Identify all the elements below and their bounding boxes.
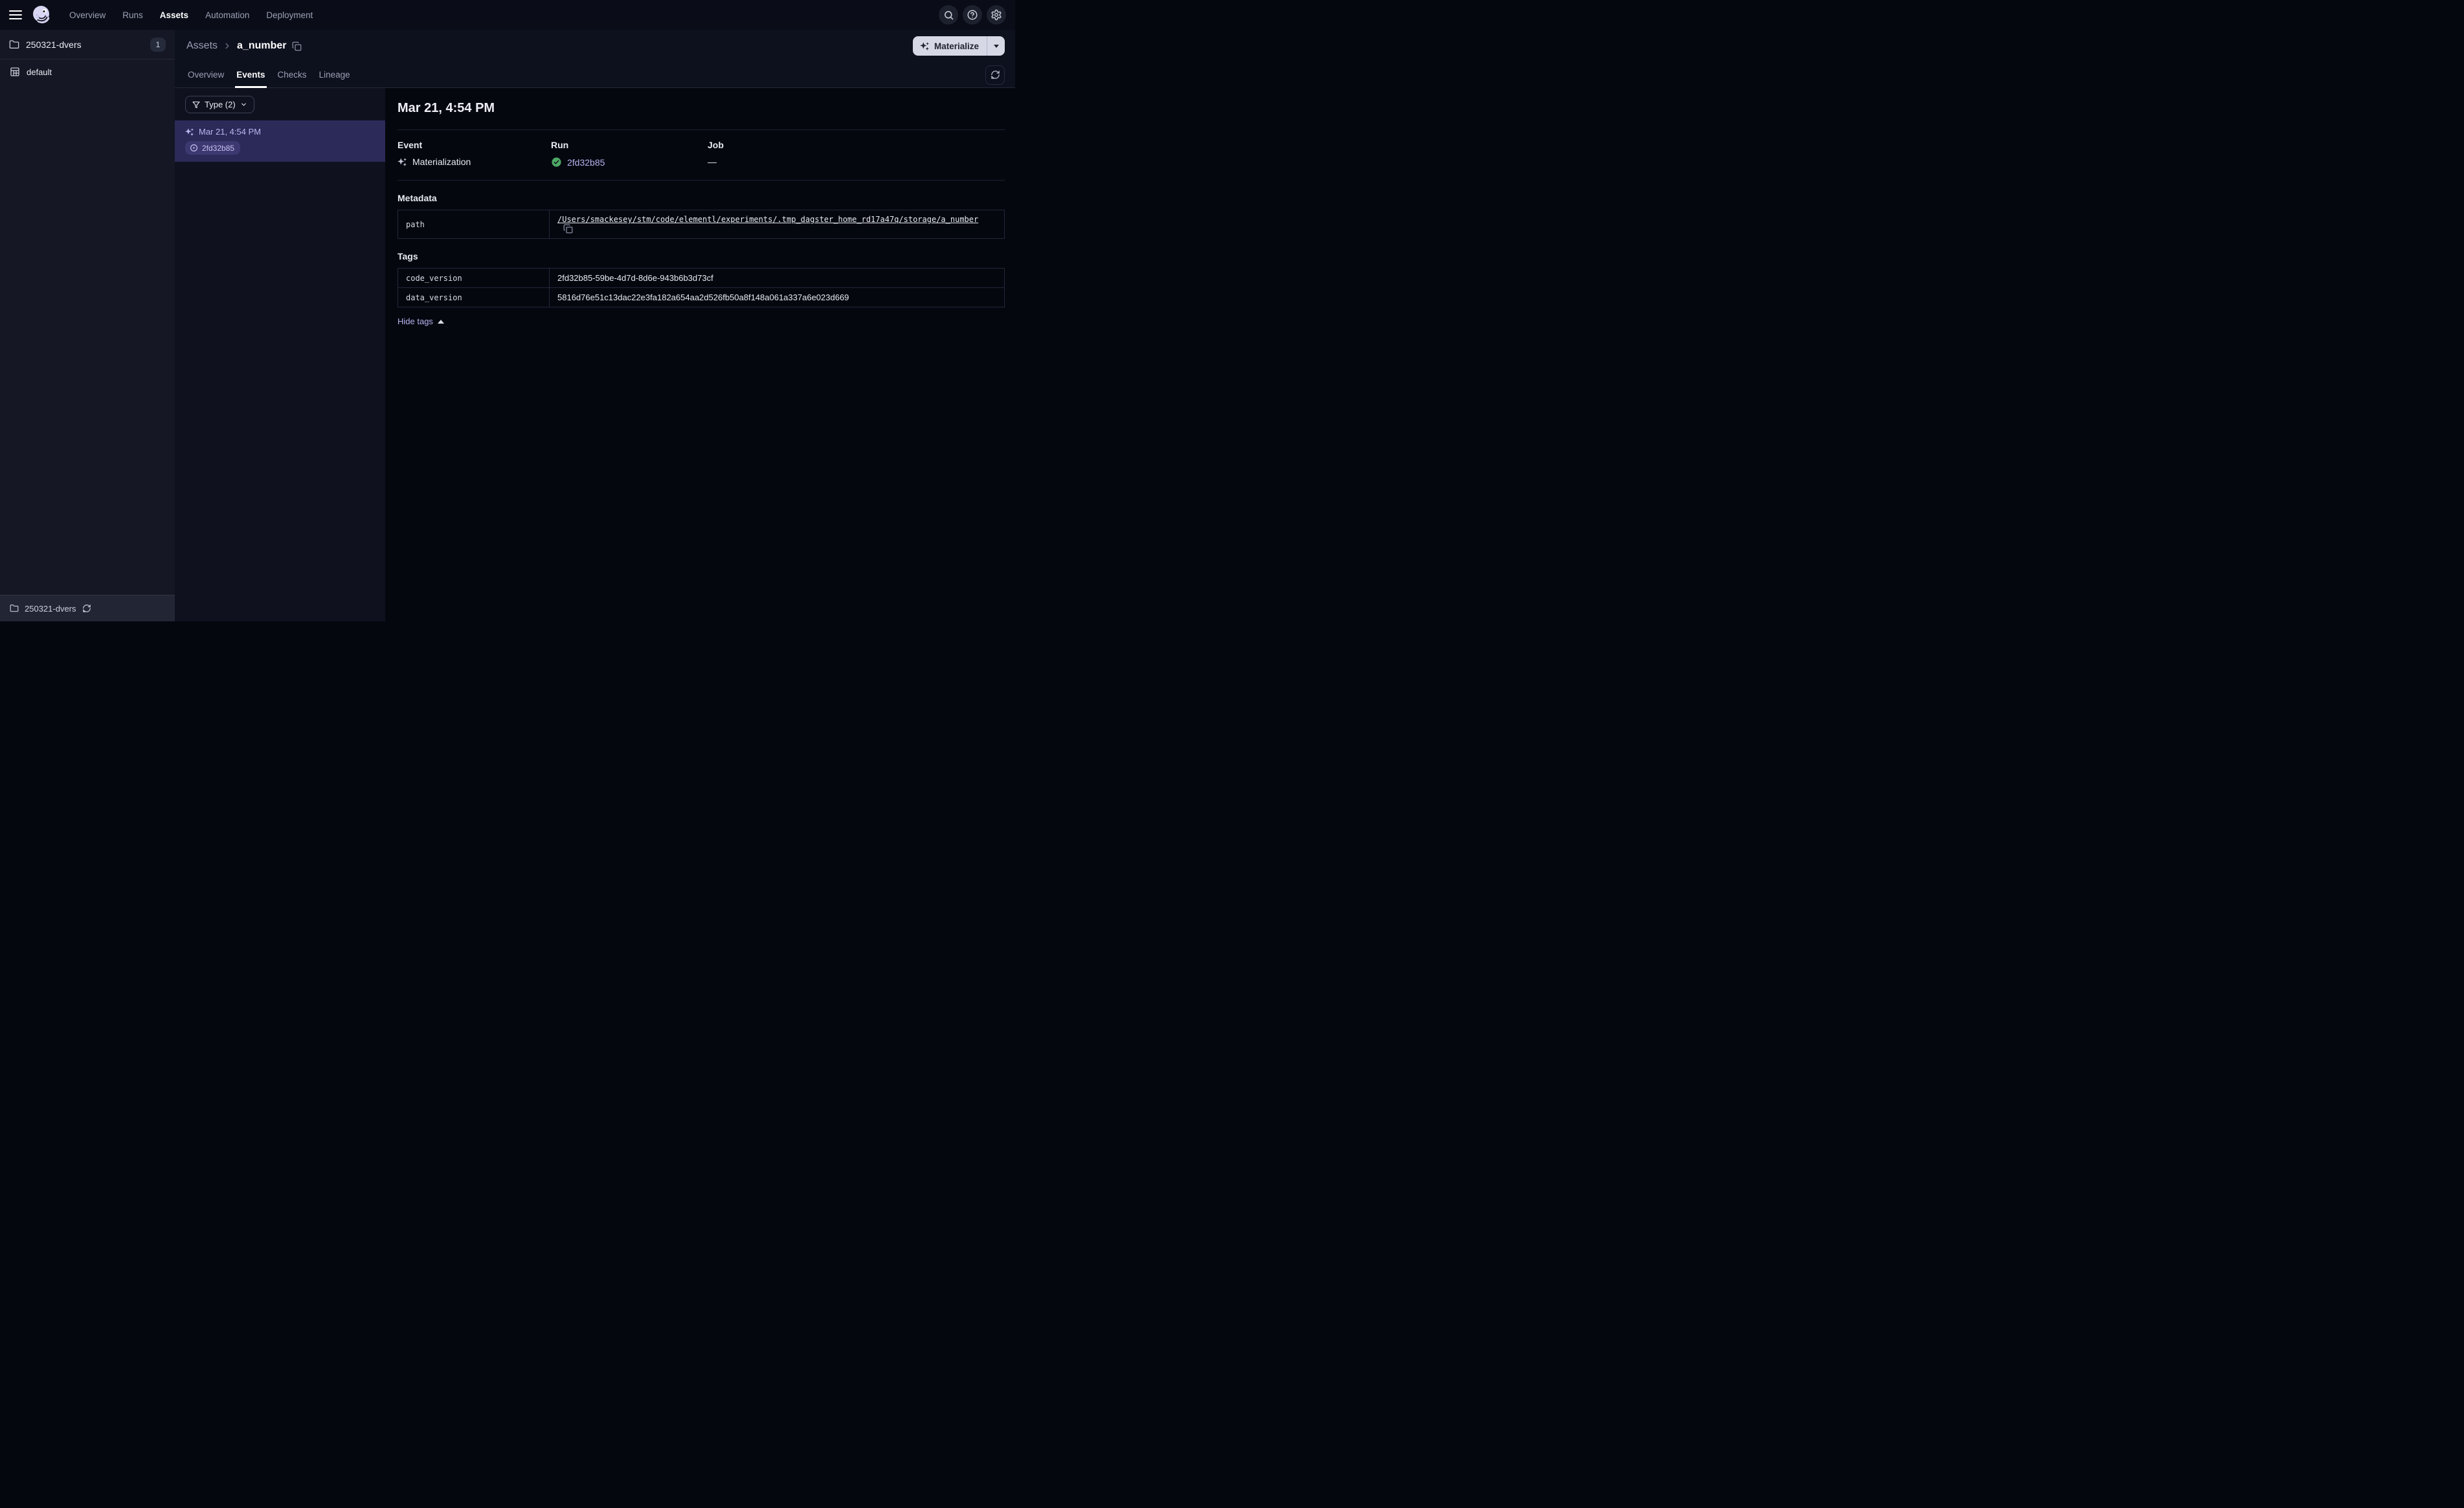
asset-group-icon — [10, 67, 20, 77]
top-nav: Overview Runs Assets Automation Deployme… — [0, 0, 1015, 30]
nav-item-deployment[interactable]: Deployment — [262, 8, 317, 23]
circle-dot-icon — [190, 144, 198, 152]
run-id-link[interactable]: 2fd32b85 — [567, 157, 605, 168]
asset-name-title: a_number — [237, 40, 287, 51]
caret-up-icon — [437, 319, 444, 324]
sidebar-footer-code-location[interactable]: 250321-dvers — [0, 595, 175, 621]
chevron-right-icon — [223, 41, 232, 50]
materialize-dropdown-button[interactable] — [987, 36, 1005, 56]
sidebar-item-default[interactable]: default — [0, 60, 175, 84]
search-icon — [943, 10, 954, 21]
nav-item-overview[interactable]: Overview — [65, 8, 109, 23]
divider — [398, 129, 1005, 130]
breadcrumb-assets-link[interactable]: Assets — [186, 40, 218, 52]
table-row: code_version 2fd32b85-59be-4d7d-8d6e-943… — [398, 268, 1005, 288]
run-success-check-icon — [551, 157, 562, 168]
event-detail-panel: Mar 21, 4:54 PM Event Materialization Ru… — [385, 88, 1015, 621]
asset-header: Assets a_number Materialize — [175, 30, 1015, 62]
settings-button[interactable] — [987, 5, 1006, 25]
tags-heading: Tags — [398, 251, 418, 261]
sidebar-footer-label: 250321-dvers — [25, 603, 76, 614]
folder-icon — [9, 39, 19, 50]
type-filter-button[interactable]: Type (2) — [185, 96, 254, 113]
run-id-chip-label: 2fd32b85 — [202, 143, 235, 153]
materialize-split-button[interactable]: Materialize — [912, 36, 1005, 56]
event-detail-title: Mar 21, 4:54 PM — [398, 101, 495, 115]
metadata-heading: Metadata — [398, 193, 437, 203]
nav-item-automation[interactable]: Automation — [201, 8, 253, 23]
gear-icon — [991, 9, 1002, 21]
search-button[interactable] — [939, 5, 958, 25]
sidebar-group-header[interactable]: 250321-dvers 1 — [0, 30, 175, 60]
hamburger-menu-icon[interactable] — [9, 10, 22, 20]
event-column-label: Event — [398, 140, 423, 150]
tab-lineage[interactable]: Lineage — [318, 62, 352, 87]
nav-item-runs[interactable]: Runs — [118, 8, 147, 23]
job-value: — — [708, 157, 717, 167]
tags-table: code_version 2fd32b85-59be-4d7d-8d6e-943… — [398, 268, 1005, 307]
asset-catalog-sidebar: 250321-dvers 1 default 250321-dvers — [0, 30, 175, 621]
event-timestamp: Mar 21, 4:54 PM — [199, 127, 262, 137]
event-list-panel: Type (2) Mar 21, 4:54 PM 2fd32b85 — [175, 88, 385, 621]
event-filter-row: Type (2) — [175, 88, 385, 120]
hide-tags-label: Hide tags — [398, 316, 433, 326]
dagster-logo-icon[interactable] — [30, 4, 52, 26]
materialization-sparkle-icon — [398, 157, 407, 167]
hide-tags-link[interactable]: Hide tags — [398, 316, 444, 326]
tag-value: 2fd32b85-59be-4d7d-8d6e-943b6b3d73cf — [549, 268, 1005, 288]
materialization-sparkle-icon — [185, 128, 194, 137]
metadata-table: path /Users/smackesey/stm/code/elementl/… — [398, 210, 1005, 239]
run-column-label: Run — [551, 140, 569, 150]
sidebar-group-label: 250321-dvers — [26, 39, 82, 50]
sidebar-group-count-badge: 1 — [150, 37, 166, 52]
run-id-chip[interactable]: 2fd32b85 — [185, 141, 241, 155]
nav-item-assets[interactable]: Assets — [156, 8, 192, 23]
event-type-value: Materialization — [412, 157, 471, 167]
divider — [398, 180, 1005, 181]
sync-icon — [991, 70, 1000, 80]
job-column-label: Job — [708, 140, 724, 150]
metadata-path-link[interactable]: /Users/smackesey/stm/code/elementl/exper… — [557, 215, 978, 224]
copy-path-icon[interactable] — [563, 224, 573, 234]
materialization-sparkle-icon — [920, 41, 930, 51]
help-icon — [967, 9, 978, 21]
event-list-item[interactable]: Mar 21, 4:54 PM 2fd32b85 — [175, 120, 385, 162]
tab-checks[interactable]: Checks — [276, 62, 308, 87]
table-row: data_version 5816d76e51c13dac22e3fa182a6… — [398, 287, 1005, 307]
metadata-key: path — [398, 210, 550, 239]
sidebar-item-label: default — [27, 67, 52, 77]
tag-value: 5816d76e51c13dac22e3fa182a654aa2d526fb50… — [549, 287, 1005, 307]
tab-overview[interactable]: Overview — [186, 62, 225, 87]
materialize-button[interactable]: Materialize — [913, 36, 987, 56]
copy-asset-name-icon[interactable] — [292, 41, 302, 51]
funnel-icon — [192, 101, 200, 109]
tag-key: data_version — [398, 287, 550, 307]
tab-events[interactable]: Events — [235, 62, 267, 88]
event-run-job-section: Event Materialization Run 2fd32b85 Job — — [398, 140, 1005, 168]
tag-key: code_version — [398, 268, 550, 288]
sync-icon[interactable] — [82, 604, 91, 613]
refresh-button[interactable] — [985, 65, 1005, 85]
materialize-button-label: Materialize — [934, 41, 979, 51]
chevron-down-icon — [240, 101, 247, 108]
primary-nav: Overview Runs Assets Automation Deployme… — [65, 8, 317, 23]
folder-icon — [10, 604, 19, 613]
asset-tabs: Overview Events Checks Lineage — [175, 62, 1015, 88]
table-row: path /Users/smackesey/stm/code/elementl/… — [398, 210, 1005, 239]
help-button[interactable] — [963, 5, 982, 25]
chevron-down-icon — [993, 44, 999, 48]
type-filter-label: Type (2) — [205, 100, 236, 109]
